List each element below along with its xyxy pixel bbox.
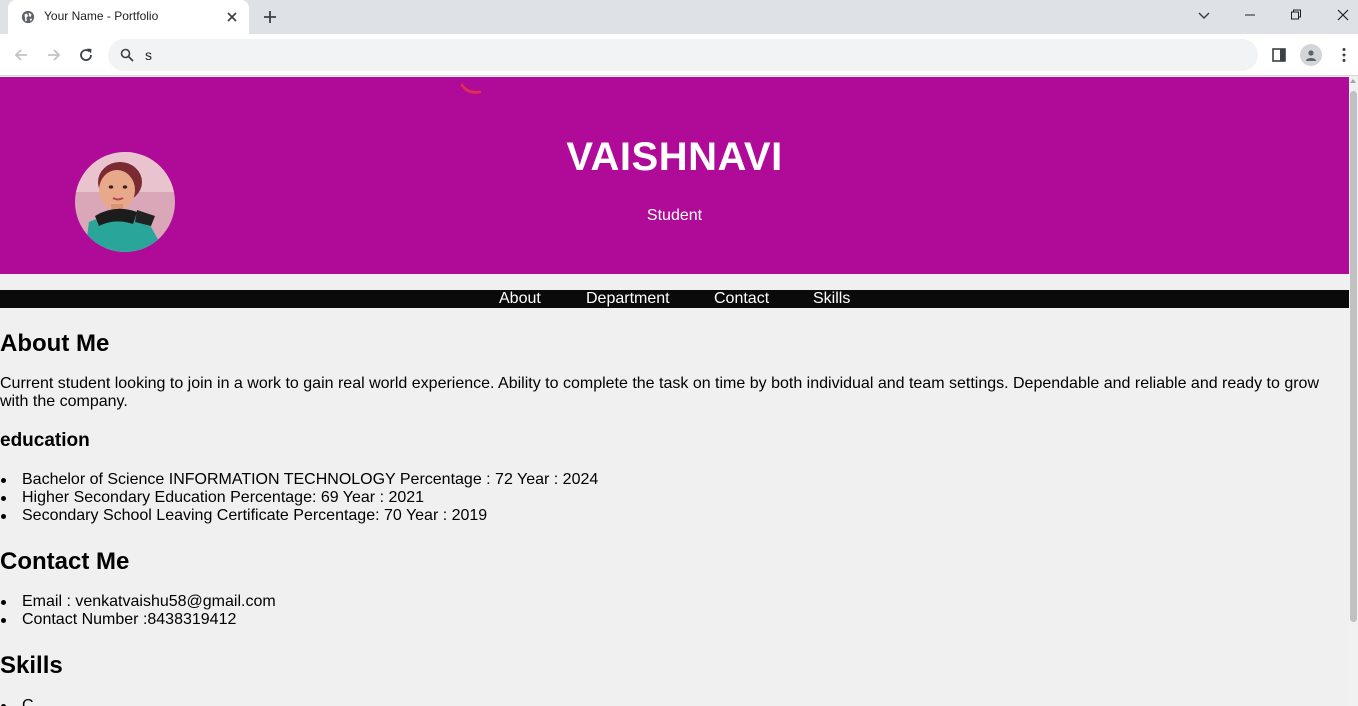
nav-link-department[interactable]: Department xyxy=(586,290,670,308)
list-item: Higher Secondary Education Percentage: 6… xyxy=(0,489,598,507)
page-viewport: VAISHNAVI Student About Department Conta… xyxy=(0,77,1358,706)
list-item: Contact Number :8438319412 xyxy=(0,611,276,629)
address-bar[interactable]: s xyxy=(108,39,1258,71)
browser-toolbar: s xyxy=(0,34,1358,76)
browser-menu-button[interactable] xyxy=(1333,44,1355,66)
hero-role: Student xyxy=(646,207,703,224)
education-heading: education xyxy=(0,430,90,451)
side-panel-button[interactable] xyxy=(1268,44,1290,66)
close-window-icon xyxy=(1337,9,1349,21)
search-icon xyxy=(120,48,134,62)
back-arrow-icon xyxy=(14,49,27,61)
profile-icon xyxy=(1306,50,1316,61)
restore-button[interactable] xyxy=(1273,0,1319,30)
contact-list: Email : venkatvaishu58@gmail.com Contact… xyxy=(0,593,276,629)
list-item: Bachelor of Science INFORMATION TECHNOLO… xyxy=(0,471,598,489)
about-heading: About Me xyxy=(0,330,110,357)
forward-button[interactable] xyxy=(43,44,65,66)
list-item: C xyxy=(0,697,34,706)
scroll-thumb[interactable] xyxy=(1350,91,1357,622)
education-list: Bachelor of Science INFORMATION TECHNOLO… xyxy=(0,471,598,525)
page-scrollbar[interactable] xyxy=(1349,77,1358,706)
minimize-button[interactable] xyxy=(1227,0,1273,30)
skills-heading: Skills xyxy=(0,652,63,679)
reload-icon xyxy=(80,48,92,61)
restore-icon xyxy=(1291,9,1301,20)
contact-heading: Contact Me xyxy=(0,548,130,575)
nav-link-about[interactable]: About xyxy=(499,290,541,308)
address-text: s xyxy=(145,47,152,63)
tab-strip: Your Name - Portfolio xyxy=(0,0,1358,34)
close-window-button[interactable] xyxy=(1320,0,1358,30)
skills-list: C xyxy=(0,697,34,706)
profile-button[interactable] xyxy=(1300,44,1322,66)
hero-header: VAISHNAVI Student xyxy=(0,77,1349,274)
browser-tab[interactable]: Your Name - Portfolio xyxy=(8,0,249,34)
back-button[interactable] xyxy=(10,44,32,66)
tab-search-button[interactable] xyxy=(1181,0,1227,30)
chevron-down-icon xyxy=(1198,12,1210,20)
kebab-menu-icon xyxy=(1342,48,1346,62)
list-item: Email : venkatvaishu58@gmail.com xyxy=(0,593,276,611)
hero-name: VAISHNAVI xyxy=(566,135,783,179)
forward-arrow-icon xyxy=(48,49,61,61)
plus-icon[interactable] xyxy=(261,8,279,26)
nav-link-skills[interactable]: Skills xyxy=(813,290,850,308)
reload-button[interactable] xyxy=(75,44,97,66)
minimize-icon xyxy=(1245,14,1255,16)
globe-icon xyxy=(21,10,35,24)
tab-title: Your Name - Portfolio xyxy=(44,9,159,23)
main-nav: About Department Contact Skills xyxy=(0,290,1349,308)
loading-spinner-icon xyxy=(460,83,482,94)
about-text: Current student looking to join in a wor… xyxy=(0,375,1319,410)
list-item: Secondary School Leaving Certificate Per… xyxy=(0,507,598,525)
nav-link-contact[interactable]: Contact xyxy=(714,290,769,308)
side-panel-icon xyxy=(1272,48,1286,62)
close-icon[interactable] xyxy=(224,9,240,25)
scroll-up-arrow-icon[interactable] xyxy=(1350,79,1356,83)
